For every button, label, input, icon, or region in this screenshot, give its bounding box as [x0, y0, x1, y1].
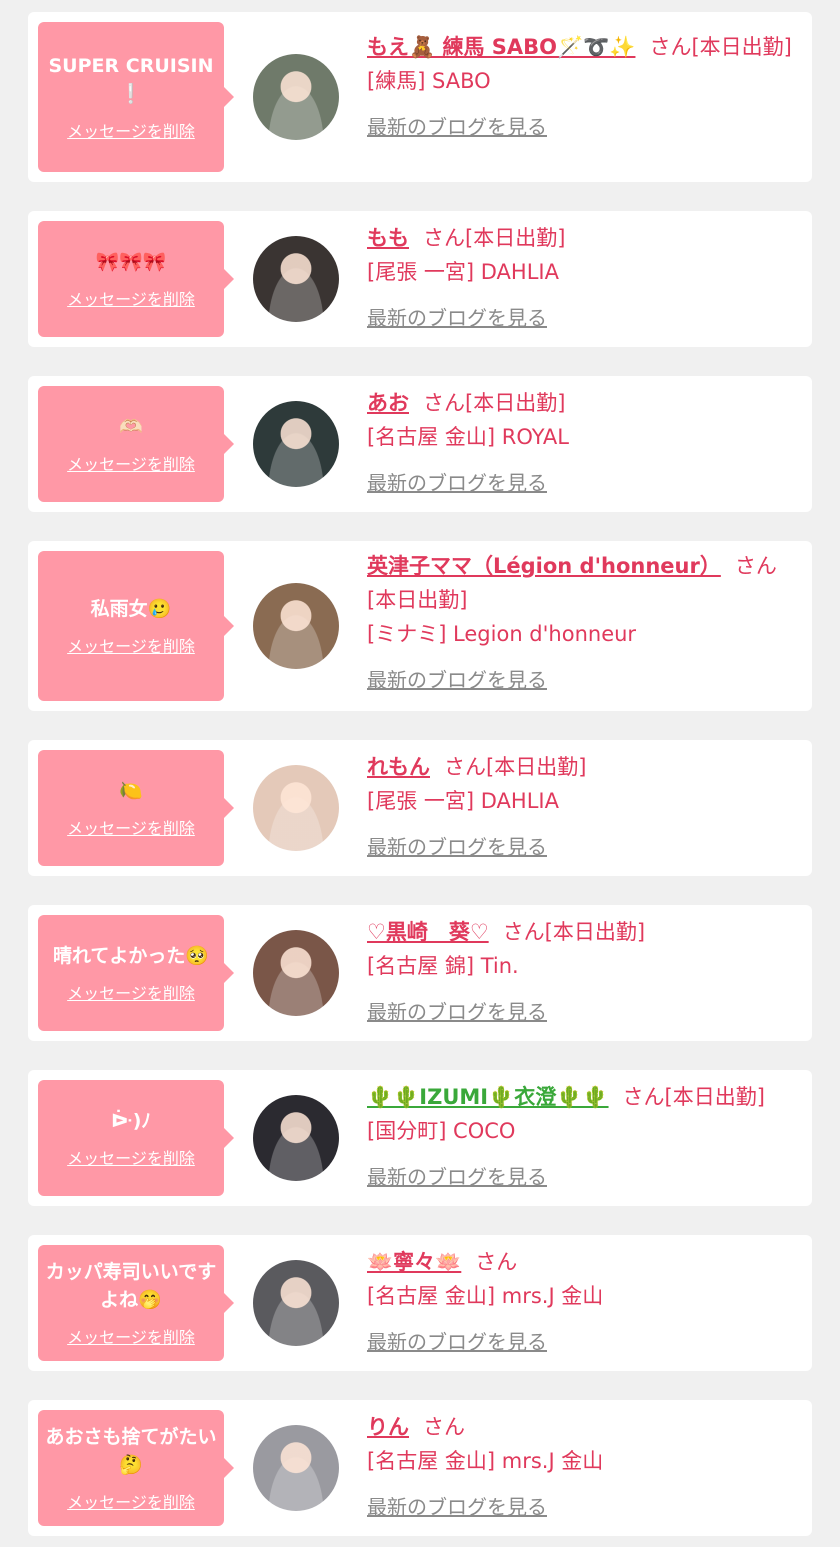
- cast-info: 🪷寧々🪷 さん [名古屋 金山] mrs.J 金山 最新のブログを見る: [367, 1245, 797, 1359]
- delete-message-link[interactable]: メッセージを削除: [67, 286, 195, 310]
- message-bubble: 🍋 メッセージを削除: [38, 750, 234, 866]
- message-text: SUPER CRUISIN❕: [48, 55, 214, 105]
- delete-message-link[interactable]: メッセージを削除: [67, 118, 195, 142]
- shop-label: [名古屋 錦] Tin.: [367, 954, 519, 978]
- list-item: あおさも捨てがたい🤔 メッセージを削除 りん さん [名古屋 金山] mrs.J …: [28, 1400, 812, 1536]
- cast-info: ♡黒崎 葵♡ さん[本日出勤] [名古屋 錦] Tin. 最新のブログを見る: [367, 915, 797, 1029]
- avatar[interactable]: [253, 401, 339, 487]
- shop-label: [尾張 一宮] DAHLIA: [367, 789, 559, 813]
- delete-message-link[interactable]: メッセージを削除: [67, 633, 195, 657]
- cast-name-link[interactable]: れもん: [367, 755, 430, 779]
- avatar[interactable]: [253, 930, 339, 1016]
- delete-message-link[interactable]: メッセージを削除: [67, 980, 195, 1004]
- delete-message-link[interactable]: メッセージを削除: [67, 815, 195, 839]
- shop-label: [ミナミ] Legion d'honneur: [367, 622, 637, 646]
- latest-blog-link[interactable]: 最新のブログを見る: [367, 466, 797, 500]
- avatar[interactable]: [253, 1095, 339, 1181]
- cast-name-link[interactable]: 英津子ママ（Légion d'honneur）: [367, 554, 721, 578]
- cast-info: りん さん [名古屋 金山] mrs.J 金山 最新のブログを見る: [367, 1410, 797, 1524]
- cast-status: さん[本日出勤]: [502, 920, 646, 944]
- cast-info: あお さん[本日出勤] [名古屋 金山] ROYAL 最新のブログを見る: [367, 386, 797, 500]
- delete-message-link[interactable]: メッセージを削除: [67, 1489, 195, 1513]
- delete-message-link[interactable]: メッセージを削除: [67, 451, 195, 475]
- cast-info: れもん さん[本日出勤] [尾張 一宮] DAHLIA 最新のブログを見る: [367, 750, 797, 864]
- message-bubble: 晴れてよかった🥺 メッセージを削除: [38, 915, 234, 1031]
- latest-blog-link[interactable]: 最新のブログを見る: [367, 663, 797, 697]
- shop-label: [国分町] COCO: [367, 1119, 516, 1143]
- cast-info: 英津子ママ（Légion d'honneur） さん[本日出勤] [ミナミ] Le…: [367, 549, 797, 697]
- avatar[interactable]: [253, 583, 339, 669]
- avatar[interactable]: [253, 765, 339, 851]
- message-text: ᐕ)ﾉ: [111, 1110, 151, 1132]
- cast-info: 🌵🌵IZUMI🌵衣澄🌵🌵 さん[本日出勤] [国分町] COCO 最新のブログを見…: [367, 1080, 797, 1194]
- cast-status: さん[本日出勤]: [444, 755, 587, 779]
- avatar[interactable]: [253, 1260, 339, 1346]
- list-item: 晴れてよかった🥺 メッセージを削除 ♡黒崎 葵♡ さん[本日出勤] [名古屋 錦]…: [28, 905, 812, 1041]
- message-bubble: あおさも捨てがたい🤔 メッセージを削除: [38, 1410, 234, 1526]
- cast-name-link[interactable]: 🌵🌵IZUMI🌵衣澄🌵🌵: [367, 1085, 609, 1109]
- latest-blog-link[interactable]: 最新のブログを見る: [367, 301, 797, 335]
- latest-blog-link[interactable]: 最新のブログを見る: [367, 830, 797, 864]
- shop-label: [名古屋 金山] mrs.J 金山: [367, 1449, 604, 1473]
- cast-status: さん: [423, 1415, 465, 1439]
- delete-message-link[interactable]: メッセージを削除: [67, 1324, 195, 1348]
- cast-info: もも さん[本日出勤] [尾張 一宮] DAHLIA 最新のブログを見る: [367, 221, 797, 335]
- cast-status: さん: [475, 1250, 518, 1274]
- list-item: 🎀🎀🎀 メッセージを削除 もも さん[本日出勤] [尾張 一宮] DAHLIA 最…: [28, 211, 812, 347]
- message-text: 🍋: [119, 780, 143, 802]
- cast-name-link[interactable]: あお: [367, 391, 409, 415]
- message-text: 🎀🎀🎀: [95, 251, 167, 273]
- list-item: SUPER CRUISIN❕ メッセージを削除 もえ🧸 練馬 SABO🪄➰✨ さん…: [28, 12, 812, 182]
- list-item: ᐕ)ﾉ メッセージを削除 🌵🌵IZUMI🌵衣澄🌵🌵 さん[本日出勤] [国分町] …: [28, 1070, 812, 1206]
- shop-label: [名古屋 金山] ROYAL: [367, 425, 569, 449]
- follow-list: SUPER CRUISIN❕ メッセージを削除 もえ🧸 練馬 SABO🪄➰✨ さん…: [0, 0, 840, 1547]
- message-text: あおさも捨てがたい🤔: [45, 1426, 217, 1476]
- latest-blog-link[interactable]: 最新のブログを見る: [367, 1325, 797, 1359]
- cast-name-link[interactable]: もも: [367, 226, 409, 250]
- avatar[interactable]: [253, 54, 339, 140]
- list-item: 🍋 メッセージを削除 れもん さん[本日出勤] [尾張 一宮] DAHLIA 最新…: [28, 740, 812, 876]
- cast-status: さん[本日出勤]: [423, 391, 566, 415]
- list-item: 🫶🏻 メッセージを削除 あお さん[本日出勤] [名古屋 金山] ROYAL 最新…: [28, 376, 812, 512]
- cast-status: さん[本日出勤]: [649, 35, 792, 59]
- latest-blog-link[interactable]: 最新のブログを見る: [367, 110, 797, 144]
- cast-name-link[interactable]: 🪷寧々🪷: [367, 1250, 461, 1274]
- shop-label: [名古屋 金山] mrs.J 金山: [367, 1284, 604, 1308]
- cast-info: もえ🧸 練馬 SABO🪄➰✨ さん[本日出勤] [練馬] SABO 最新のブログを…: [367, 30, 797, 144]
- cast-status: さん[本日出勤]: [622, 1085, 765, 1109]
- latest-blog-link[interactable]: 最新のブログを見る: [367, 1490, 797, 1524]
- cast-name-link[interactable]: もえ🧸 練馬 SABO🪄➰✨: [367, 35, 635, 59]
- cast-status: さん[本日出勤]: [423, 226, 566, 250]
- shop-label: [尾張 一宮] DAHLIA: [367, 260, 559, 284]
- list-item: 私雨女🥲 メッセージを削除 英津子ママ（Légion d'honneur） さん[…: [28, 541, 812, 711]
- cast-name-link[interactable]: りん: [367, 1415, 409, 1439]
- message-bubble: 私雨女🥲 メッセージを削除: [38, 551, 234, 701]
- message-text: カッパ寿司いいですよね🤭: [45, 1261, 217, 1311]
- avatar[interactable]: [253, 1425, 339, 1511]
- message-text: 🫶🏻: [119, 416, 143, 438]
- message-text: 私雨女🥲: [90, 598, 172, 620]
- message-bubble: 🎀🎀🎀 メッセージを削除: [38, 221, 234, 337]
- message-bubble: SUPER CRUISIN❕ メッセージを削除: [38, 22, 234, 172]
- message-bubble: カッパ寿司いいですよね🤭 メッセージを削除: [38, 1245, 234, 1361]
- list-item: カッパ寿司いいですよね🤭 メッセージを削除 🪷寧々🪷 さん [名古屋 金山] mr…: [28, 1235, 812, 1371]
- cast-name-link[interactable]: ♡黒崎 葵♡: [367, 920, 489, 944]
- delete-message-link[interactable]: メッセージを削除: [67, 1145, 195, 1169]
- avatar[interactable]: [253, 236, 339, 322]
- shop-label: [練馬] SABO: [367, 69, 491, 93]
- message-text: 晴れてよかった🥺: [52, 945, 210, 967]
- message-bubble: ᐕ)ﾉ メッセージを削除: [38, 1080, 234, 1196]
- latest-blog-link[interactable]: 最新のブログを見る: [367, 995, 797, 1029]
- message-bubble: 🫶🏻 メッセージを削除: [38, 386, 234, 502]
- latest-blog-link[interactable]: 最新のブログを見る: [367, 1160, 797, 1194]
